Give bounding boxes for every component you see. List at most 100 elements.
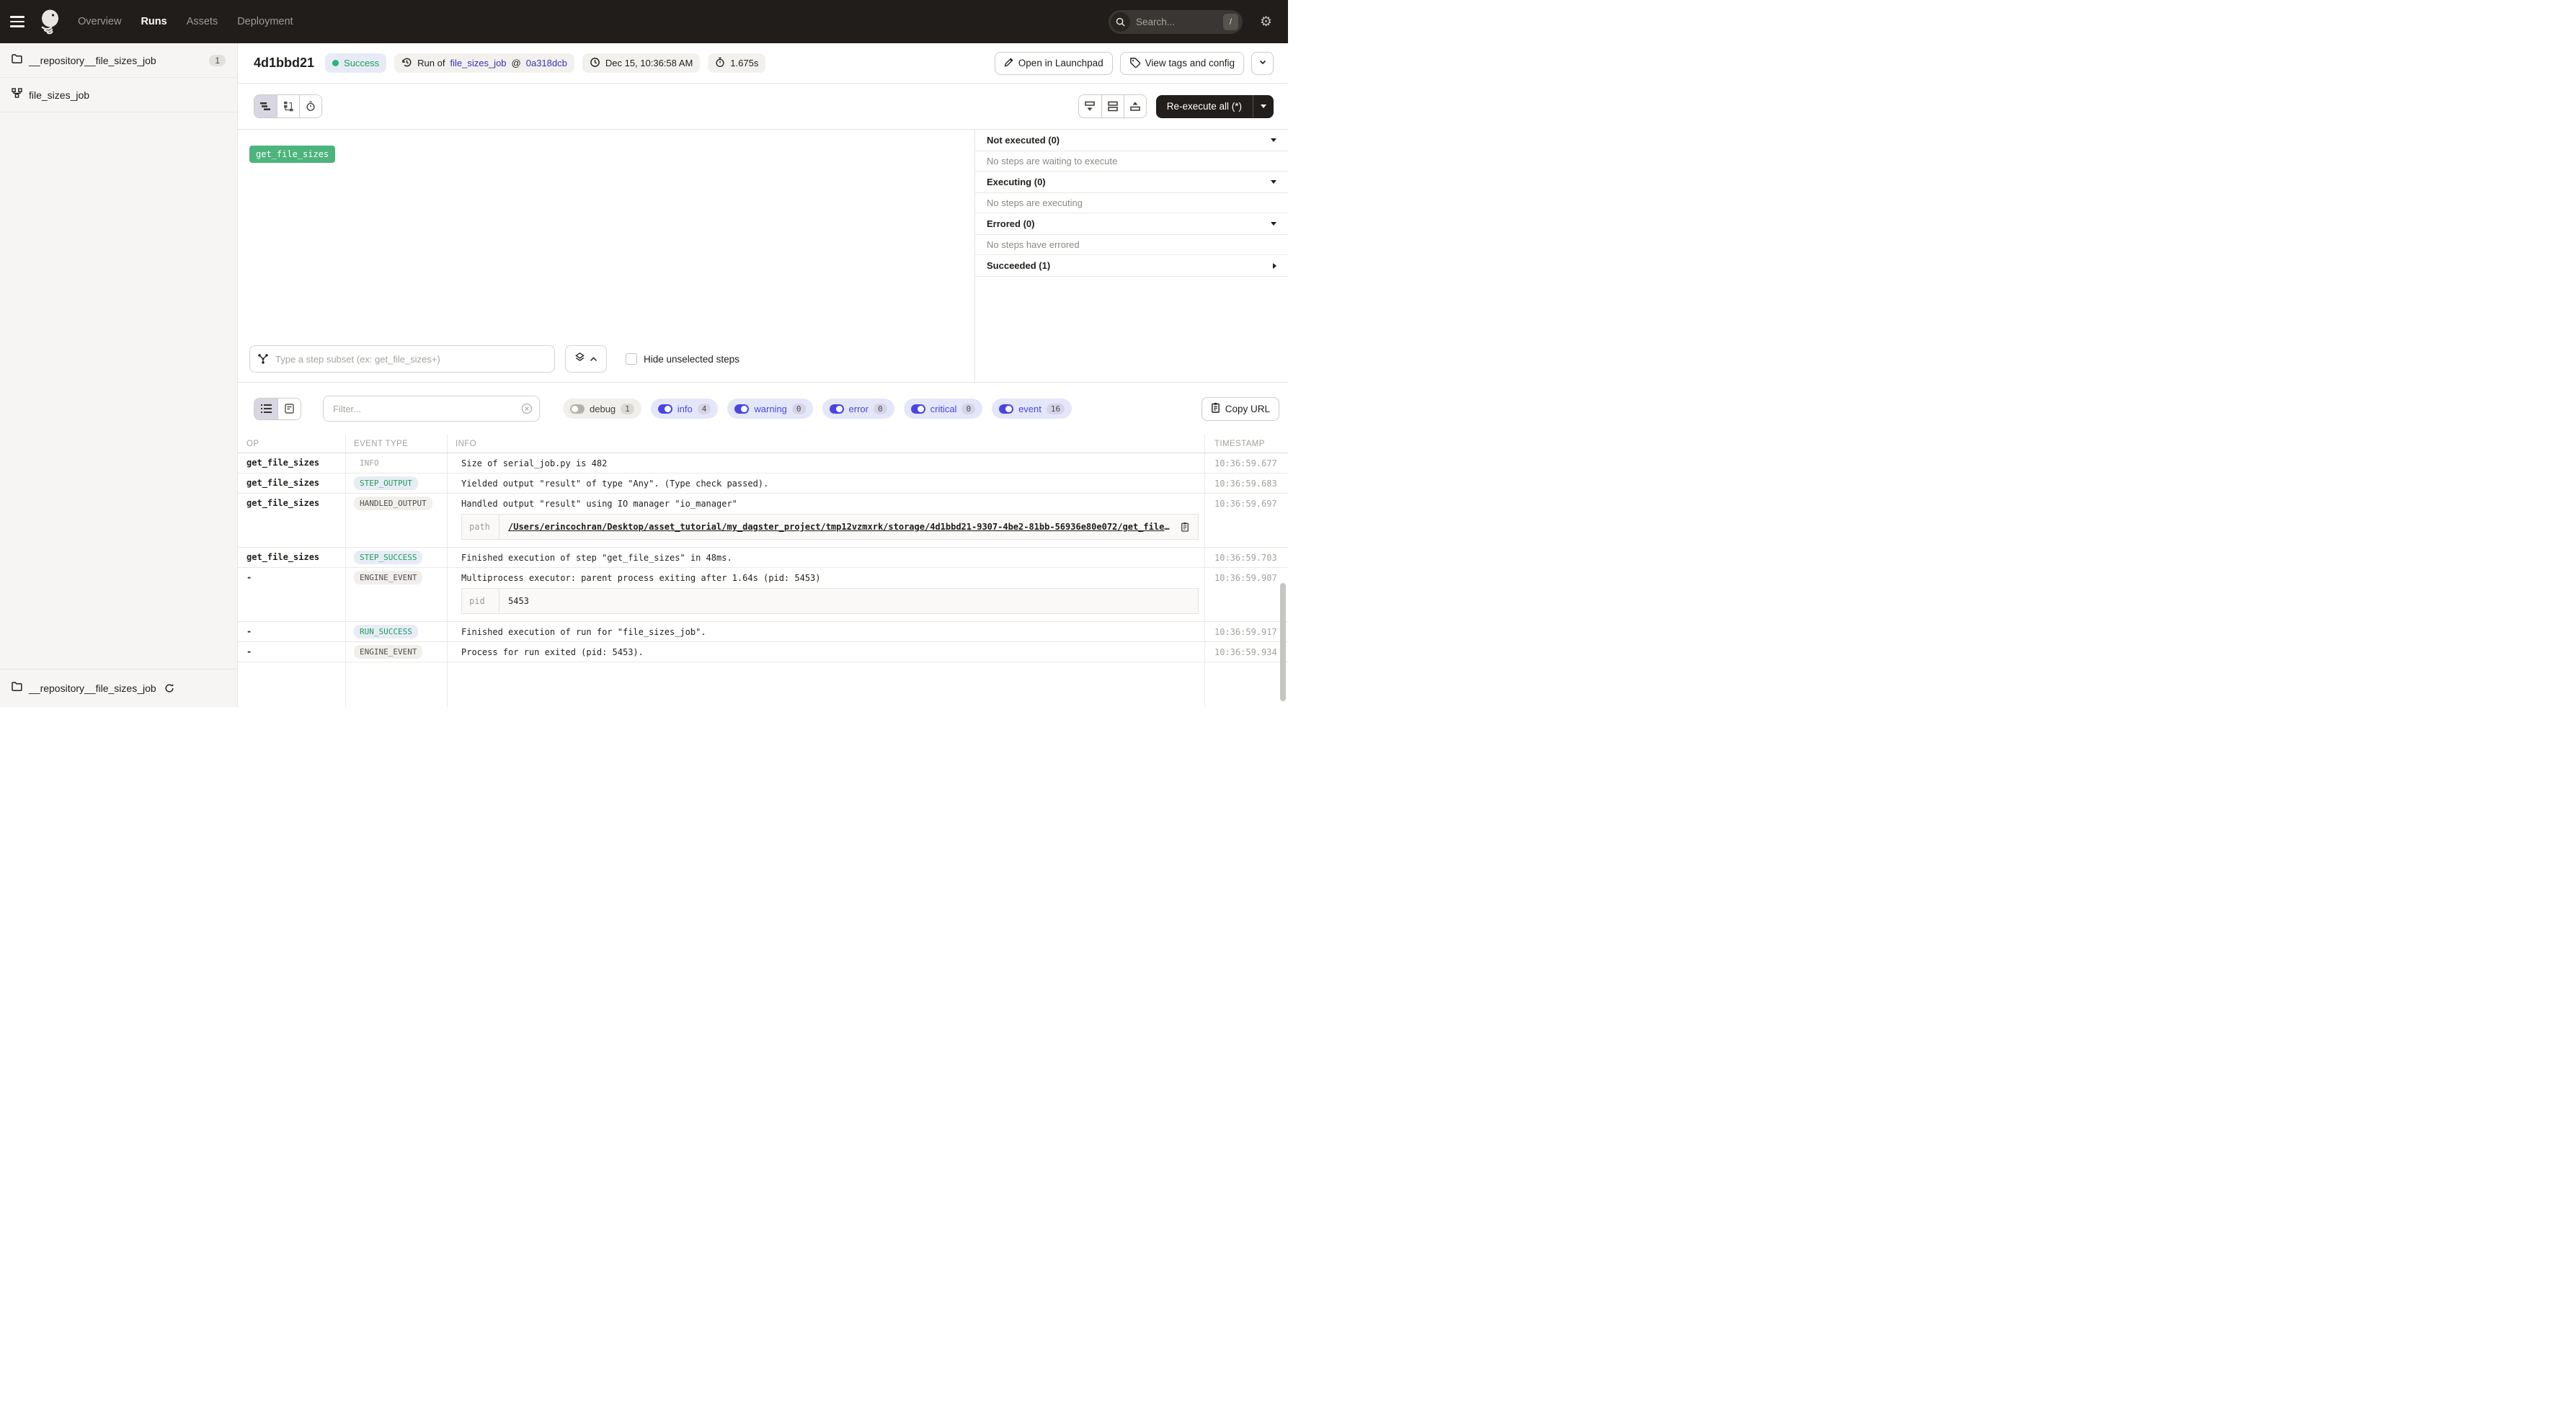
expand-panel-up-button[interactable] — [1124, 95, 1146, 117]
hamburger-menu-icon[interactable] — [10, 14, 29, 29]
search-input[interactable] — [1136, 17, 1208, 27]
reexecute-dropdown-button[interactable] — [1253, 95, 1274, 118]
log-column-header-info: INFO — [447, 440, 1204, 448]
log-timestamp-cell: 10:36:59.677 — [1204, 453, 1288, 473]
step-status-section-executing[interactable]: Executing (0) — [975, 172, 1288, 193]
log-message: Size of serial_job.py is 482 — [456, 453, 1202, 473]
gantt-waterfall-view-button[interactable] — [277, 95, 299, 117]
top-navigation-bar: Overview Runs Assets Deployment / ⚙ — [0, 0, 1288, 43]
reexecute-all-button[interactable]: Re-execute all (*) — [1156, 95, 1253, 118]
log-row[interactable]: get_file_sizesSTEP_SUCCESSFinished execu… — [238, 548, 1288, 568]
gantt-step-bar[interactable]: get_file_sizes — [249, 146, 335, 163]
event-type-badge: ENGINE_EVENT — [354, 645, 422, 659]
nav-link-assets[interactable]: Assets — [187, 16, 218, 27]
panel-layout-segmented-control — [1078, 94, 1147, 118]
log-scrollbar-thumb[interactable] — [1280, 583, 1286, 701]
log-event-type-cell: ENGINE_EVENT — [345, 642, 447, 662]
log-level-toggle-critical[interactable]: critical0 — [904, 399, 982, 419]
log-level-toggle-info[interactable]: info4 — [651, 399, 719, 419]
log-timestamp-cell: 10:36:59.907 — [1204, 568, 1288, 621]
nav-link-deployment[interactable]: Deployment — [237, 16, 293, 27]
sidebar-repository-footer[interactable]: __repository__file_sizes_job — [0, 669, 237, 707]
run-header: 4d1bbd21 Success Run of file_sizes_job @… — [238, 43, 1288, 84]
log-level-toggle-debug[interactable]: debug1 — [563, 399, 641, 419]
event-type-badge: STEP_OUTPUT — [354, 476, 418, 490]
gantt-toolbar: Re-execute all (*) — [238, 84, 1288, 130]
run-status-badge: Success — [325, 53, 386, 73]
gantt-timer-view-button[interactable] — [299, 95, 321, 117]
view-tags-config-button[interactable]: View tags and config — [1120, 52, 1244, 75]
metadata-path-link[interactable]: /Users/erincochran/Desktop/asset_tutoria… — [508, 522, 1173, 532]
toggle-on-icon — [911, 404, 925, 414]
log-level-count: 16 — [1047, 404, 1065, 414]
split-panels-button[interactable] — [1101, 95, 1124, 117]
gear-icon[interactable]: ⚙ — [1260, 15, 1272, 29]
log-level-toggle-error[interactable]: error0 — [822, 399, 894, 419]
metadata-value: 5453 — [499, 589, 538, 613]
event-type-badge: INFO — [354, 456, 379, 470]
event-type-badge: HANDLED_OUTPUT — [354, 497, 432, 510]
log-timestamp-cell: 10:36:59.703 — [1204, 548, 1288, 567]
step-subset-input[interactable] — [249, 345, 555, 373]
nav-link-overview[interactable]: Overview — [78, 16, 121, 27]
log-row[interactable]: get_file_sizes HANDLED_OUTPUT Handled outp… — [238, 494, 1288, 548]
log-level-toggle-event[interactable]: event16 — [992, 399, 1072, 419]
step-status-empty-message: No steps are executing — [975, 193, 1288, 213]
log-level-count: 0 — [961, 404, 975, 414]
job-link[interactable]: file_sizes_job — [450, 58, 506, 68]
step-status-section-title: Errored (0) — [987, 218, 1034, 229]
toggle-on-icon — [658, 404, 672, 414]
step-query-options-button[interactable] — [565, 345, 607, 373]
clear-filter-icon[interactable] — [521, 403, 533, 418]
log-op-cell: get_file_sizes — [238, 494, 345, 547]
global-search[interactable]: / — [1109, 10, 1243, 34]
step-status-section-succeeded[interactable]: Succeeded (1) — [975, 255, 1288, 277]
log-list-view-button[interactable] — [254, 399, 277, 419]
log-filter-row: debug1 info4 warning0 error0 critical0 event1… — [238, 383, 1288, 435]
log-op-cell: get_file_sizes — [238, 548, 345, 567]
copy-url-button[interactable]: Copy URL — [1202, 397, 1279, 421]
open-in-launchpad-button[interactable]: Open in Launchpad — [995, 52, 1113, 75]
refresh-icon[interactable] — [164, 683, 174, 693]
log-row[interactable]: -ENGINE_EVENTMultiprocess executor: pare… — [238, 568, 1288, 622]
step-status-section-errored[interactable]: Errored (0) — [975, 213, 1288, 235]
log-row[interactable]: -RUN_SUCCESSFinished execution of run fo… — [238, 622, 1288, 642]
log-level-toggle-warning[interactable]: warning0 — [727, 399, 812, 419]
run-datetime-tag: Dec 15, 10:36:58 AM — [582, 53, 700, 73]
metadata-text: 5453 — [508, 596, 529, 606]
nav-link-runs[interactable]: Runs — [141, 16, 166, 27]
triangle-down-icon — [1271, 180, 1276, 184]
metadata-key: pid — [462, 589, 499, 613]
hide-unselected-checkbox[interactable] — [626, 353, 637, 365]
log-structured-view-button[interactable] — [277, 399, 301, 419]
history-icon — [401, 57, 412, 70]
toggle-on-icon — [999, 404, 1013, 414]
sidebar-job-list: __repository__file_sizes_job1file_sizes_… — [0, 43, 237, 112]
log-filter-input[interactable] — [323, 396, 540, 422]
log-info-cell: Handled output "result" using IO manager… — [447, 494, 1204, 547]
collapse-panel-down-button[interactable] — [1079, 95, 1101, 117]
sidebar-item-file-sizes-job[interactable]: file_sizes_job — [0, 78, 237, 112]
log-event-type-cell: ENGINE_EVENT — [345, 568, 447, 621]
gantt-view-segmented-control — [254, 94, 322, 118]
log-event-type-cell: HANDLED_OUTPUT — [345, 494, 447, 547]
log-level-label: info — [678, 404, 693, 414]
commit-link[interactable]: 0a318dcb — [526, 58, 567, 68]
clock-icon — [590, 57, 600, 70]
copy-path-icon[interactable] — [1181, 522, 1189, 532]
log-row[interactable]: get_file_sizesSTEP_OUTPUTYielded output … — [238, 473, 1288, 494]
log-message: Finished execution of step "get_file_siz… — [456, 548, 1202, 567]
step-status-section-title: Not executed (0) — [987, 135, 1060, 146]
step-status-section-not-executed[interactable]: Not executed (0) — [975, 130, 1288, 151]
dagster-run-page: Overview Runs Assets Deployment / ⚙ __repos… — [0, 0, 1288, 707]
header-more-actions-button[interactable] — [1251, 52, 1274, 75]
log-message: Process for run exited (pid: 5453). — [456, 642, 1202, 662]
triangle-right-icon — [1273, 263, 1276, 269]
reexecute-all-split-button: Re-execute all (*) — [1156, 95, 1274, 118]
log-row[interactable]: -ENGINE_EVENTProcess for run exited (pid… — [238, 642, 1288, 662]
gantt-flat-view-button[interactable] — [254, 95, 277, 117]
sidebar-item-repository-file-sizes-job[interactable]: __repository__file_sizes_job1 — [0, 43, 237, 78]
folder-icon — [12, 682, 22, 695]
dagster-logo-icon — [37, 9, 62, 35]
log-row[interactable]: get_file_sizesINFOSize of serial_job.py … — [238, 453, 1288, 473]
